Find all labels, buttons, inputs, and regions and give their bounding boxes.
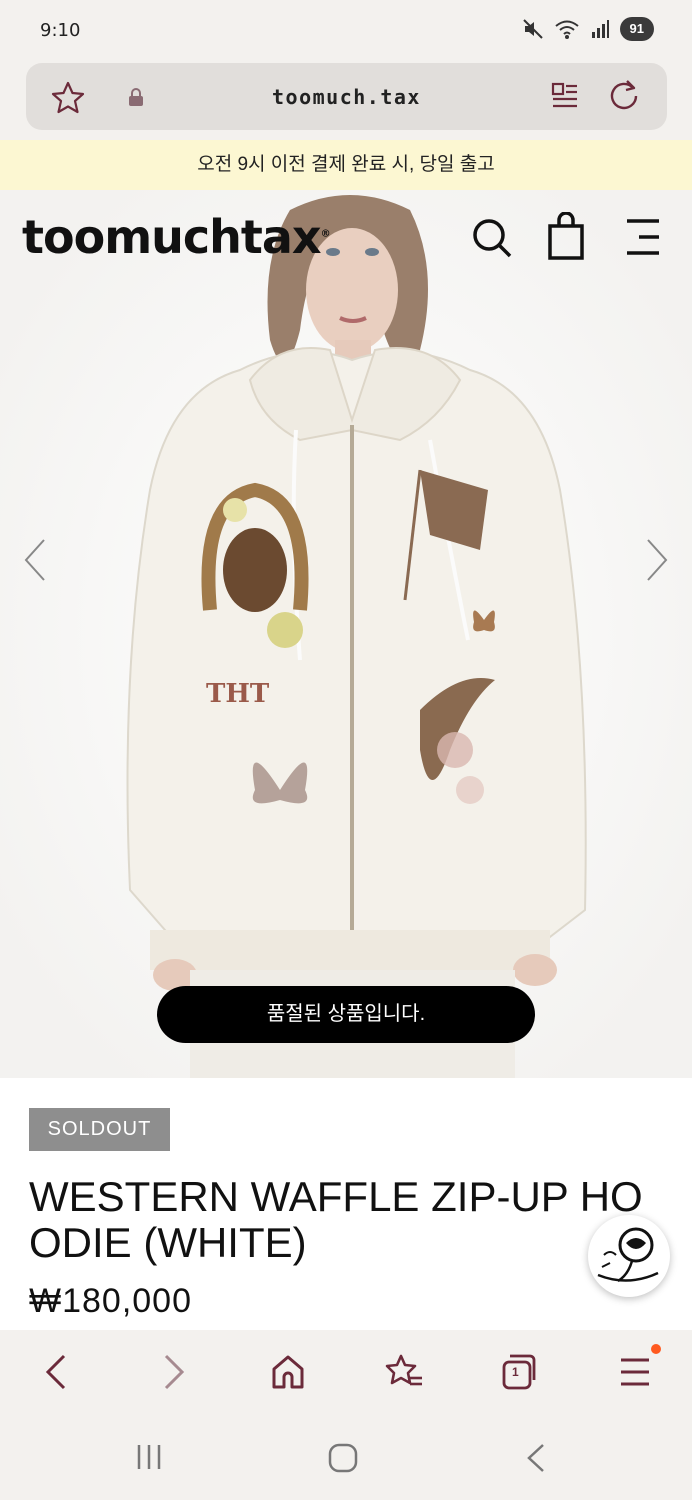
product-info: SOLDOUT WESTERN WAFFLE ZIP-UP HOODIE (WH… bbox=[0, 1078, 692, 1330]
tabs-button[interactable]: 1 bbox=[500, 1352, 538, 1392]
home-icon[interactable] bbox=[270, 1352, 306, 1392]
recent-apps-icon[interactable] bbox=[134, 1442, 164, 1472]
bookmarks-icon[interactable] bbox=[384, 1352, 424, 1392]
url-bar[interactable]: toomuch.tax bbox=[26, 63, 667, 130]
status-time: 9:10 bbox=[40, 20, 81, 41]
tab-count: 1 bbox=[512, 1365, 519, 1379]
product-image-gallery[interactable]: THT toomuchtax® 품절된 상품입니다. bbox=[0, 190, 692, 1078]
tabs-icon bbox=[502, 1354, 536, 1390]
notification-dot bbox=[651, 1344, 661, 1354]
system-back-icon[interactable] bbox=[524, 1442, 548, 1474]
brand-logo-text: toomuchtax bbox=[22, 210, 322, 264]
soldout-toast: 품절된 상품입니다. bbox=[157, 986, 535, 1043]
product-title: WESTERN WAFFLE ZIP-UP HOODIE (WHITE) bbox=[29, 1173, 643, 1266]
forward-icon[interactable] bbox=[160, 1352, 188, 1392]
rose-logo-icon bbox=[597, 1227, 659, 1283]
reload-icon[interactable] bbox=[606, 78, 642, 114]
home-button-icon[interactable] bbox=[327, 1442, 359, 1474]
battery-icon: 91 bbox=[619, 17, 654, 41]
back-icon[interactable] bbox=[42, 1352, 70, 1392]
system-navbar bbox=[0, 1416, 692, 1500]
search-icon[interactable] bbox=[470, 216, 514, 260]
brand-logo-mark: ® bbox=[320, 228, 331, 240]
product-price: ₩180,000 bbox=[29, 1282, 192, 1320]
chevron-left-icon[interactable] bbox=[20, 538, 50, 582]
chat-button[interactable] bbox=[588, 1215, 670, 1297]
signal-icon bbox=[591, 20, 609, 38]
product-photo: THT bbox=[0, 190, 692, 1078]
mute-icon bbox=[522, 19, 543, 39]
menu-icon[interactable] bbox=[625, 218, 661, 256]
bag-icon[interactable] bbox=[547, 212, 585, 260]
status-bar: 9:10 91 bbox=[0, 0, 692, 62]
brand-logo[interactable]: toomuchtax® bbox=[22, 210, 331, 264]
wifi-icon bbox=[554, 20, 579, 39]
soldout-badge: SOLDOUT bbox=[29, 1108, 170, 1151]
shipping-notice-banner: 오전 9시 이전 결제 완료 시, 당일 출고 bbox=[0, 140, 692, 190]
svg-text:THT: THT bbox=[206, 679, 270, 709]
reader-icon[interactable] bbox=[550, 81, 580, 111]
browser-menu-icon[interactable] bbox=[618, 1352, 652, 1392]
chevron-right-icon[interactable] bbox=[642, 538, 672, 582]
status-icons: 91 bbox=[522, 17, 654, 41]
browser-toolbar: 1 bbox=[0, 1330, 692, 1416]
